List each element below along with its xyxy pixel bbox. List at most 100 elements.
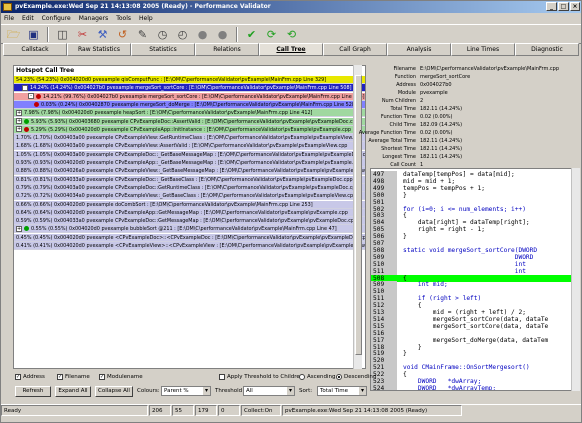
refresh-button[interactable]: Refresh: [15, 386, 51, 397]
tree-row[interactable]: 0.45% (0.45%) 0x004020d0 pvexample <CPvE…: [14, 233, 365, 242]
address-checkbox[interactable]: ✓ Address: [15, 373, 45, 381]
scissors-icon[interactable]: ✂: [74, 26, 91, 43]
tree-row[interactable]: 0.03% (0.24%) 0x00402870 pvexample merge…: [14, 100, 365, 109]
detail-value: 182.09 (14.24%): [420, 122, 463, 128]
tab-line-times[interactable]: Line Times: [451, 43, 515, 56]
threshold-select[interactable]: All: [243, 386, 295, 396]
descending-label: Descending: [344, 374, 377, 380]
expand-toggle-icon[interactable]: +: [16, 126, 22, 133]
sort-select[interactable]: Total Time: [317, 386, 367, 396]
collapse-all-button[interactable]: Collapse All: [95, 386, 133, 397]
tree-row[interactable]: +0.55% (0.55%) 0x004020d0 pvexample bubb…: [14, 225, 365, 234]
descending-radio[interactable]: Descending: [336, 373, 376, 381]
menu-tools[interactable]: Tools: [115, 14, 132, 23]
disk-icon[interactable]: ◫: [54, 26, 71, 43]
tab-call-tree[interactable]: Call Tree: [259, 43, 323, 56]
tree-row[interactable]: +5.93% (5.93%) 0x00403680 pvexample CPvE…: [14, 117, 365, 126]
detail-row: Average Total Time 182.11 (14.24%): [368, 137, 578, 145]
tree-row[interactable]: 54.23% (54.23%) 0x004020d0 pvexample qis…: [14, 76, 365, 84]
close-button[interactable]: ×: [570, 2, 580, 11]
tab-analysis[interactable]: Analysis: [387, 43, 451, 56]
detail-value: 182.11 (14.24%): [420, 138, 463, 144]
radio-descending[interactable]: [336, 373, 342, 380]
menu-managers[interactable]: Managers: [78, 14, 109, 23]
radio-ascending[interactable]: [299, 373, 305, 380]
minimize-button[interactable]: _: [546, 2, 557, 11]
tree-row[interactable]: +7.98% (7.98%) 0x004020d0 pvexample heap…: [14, 109, 365, 118]
timer-icon[interactable]: ◷: [154, 26, 171, 43]
apply-threshold-checkbox[interactable]: Apply Threshold to Children: [219, 373, 303, 381]
source-code-view[interactable]: 497 dataTemp[tempPos] = data[mid]; 498 mid …: [370, 168, 580, 391]
tree-row[interactable]: -14.24% (14.24%) 0x004027b0 pvexample me…: [14, 84, 365, 93]
reload-icon[interactable]: ⟲: [283, 26, 300, 43]
expand-toggle-icon[interactable]: +: [16, 118, 22, 124]
folder-open-icon[interactable]: 🗁: [5, 26, 22, 43]
modulename-checkbox[interactable]: ✓ Modulename: [99, 373, 143, 381]
detail-value: 2: [420, 98, 424, 104]
colours-label: Colours:: [137, 388, 160, 394]
tree-row[interactable]: 1.68% (1.68%) 0x00403a00 pvexample CPvEx…: [14, 142, 365, 151]
app-icon: [3, 3, 12, 11]
detail-value: 182.11 (14.24%): [420, 106, 463, 112]
sort-label: Sort:: [299, 388, 313, 394]
pen-icon[interactable]: ✎: [134, 26, 151, 43]
tree-row[interactable]: 0.64% (0.64%) 0x004020d0 pvexample CPvEx…: [14, 208, 365, 217]
menu-configure[interactable]: Configure: [41, 14, 72, 23]
tab-statistics[interactable]: Statistics: [131, 43, 195, 56]
checkbox-modulename[interactable]: ✓: [99, 373, 105, 380]
tool-icon[interactable]: ⚒: [94, 26, 111, 43]
menu-help[interactable]: Help: [138, 14, 154, 23]
line-number: 524: [371, 384, 397, 390]
tree-row-text: 0.79% (0.79%) 0x00403a00 pvexample CPvEx…: [16, 184, 359, 191]
expand-toggle-icon[interactable]: -: [28, 93, 34, 100]
code-scrollbar[interactable]: [571, 168, 580, 391]
checkbox-address[interactable]: ✓: [15, 373, 21, 380]
status-collect: Collect:On: [241, 405, 281, 416]
tab-callstack[interactable]: Callstack: [3, 43, 67, 56]
tree-row-text: 0.59% (0.59%) 0x004033a0 pvexample CPvEx…: [16, 218, 358, 225]
expand-toggle-icon[interactable]: +: [16, 109, 22, 116]
ascending-radio[interactable]: Ascending: [299, 373, 336, 381]
checkbox-apply-threshold[interactable]: [219, 373, 225, 380]
tree-scrollbar[interactable]: [353, 65, 362, 369]
tree-row[interactable]: 0.41% (0.41%) 0x004020d0 pvexample <CPvE…: [14, 242, 365, 250]
tree-row[interactable]: 0.88% (0.88%) 0x004026a0 pvexample CPvEx…: [14, 167, 365, 176]
tree-row[interactable]: 0.72% (0.72%) 0x004034a0 pvexample CPvEx…: [14, 192, 365, 201]
title-bar[interactable]: pvExample.exe:Wed Sep 21 14:13:08 2005 (…: [1, 1, 581, 13]
detail-label: Function Time: [380, 114, 416, 120]
status-session: pvExample.exe:Wed Sep 21 14:13:08 2005 (…: [282, 405, 462, 416]
tree-row[interactable]: 0.59% (0.59%) 0x004033a0 pvexample CPvEx…: [14, 217, 365, 226]
tab-call-graph[interactable]: Call Graph: [323, 43, 387, 56]
checkbox-filename[interactable]: ✓: [57, 373, 63, 380]
tab-relations[interactable]: Relations: [195, 43, 259, 56]
expand-toggle-icon[interactable]: +: [16, 225, 22, 232]
check-icon[interactable]: ✔: [243, 26, 260, 43]
stop-icon[interactable]: ●: [194, 26, 211, 43]
colours-select[interactable]: Parent %: [161, 386, 211, 396]
maximize-button[interactable]: □: [558, 2, 569, 11]
tree-row[interactable]: +5.29% (5.29%) 0x004020d0 pvexample CPvE…: [14, 125, 365, 134]
save-icon[interactable]: ▣: [25, 26, 42, 43]
ball-icon[interactable]: ●: [214, 26, 231, 43]
tree-row-text: 0.93% (0.93%) 0x004020d0 pvexample CPvEx…: [16, 160, 363, 166]
curve-icon[interactable]: ↺: [114, 26, 131, 43]
tree-row[interactable]: 0.79% (0.79%) 0x00403a00 pvexample CPvEx…: [14, 183, 365, 192]
menu-edit[interactable]: Edit: [21, 14, 35, 23]
tree-row[interactable]: - 14.21% (99.76%) 0x004027b0 pvexample me…: [14, 92, 365, 101]
menu-file[interactable]: File: [3, 14, 15, 23]
tab-diagnostic[interactable]: Diagnostic: [515, 43, 579, 56]
filename-checkbox[interactable]: ✓ Filename: [57, 373, 90, 381]
tree-row[interactable]: 0.81% (0.81%) 0x004033a0 pvexample CPvEx…: [14, 175, 365, 184]
expand-all-button[interactable]: Expand All: [55, 386, 91, 397]
tree-row[interactable]: 0.66% (0.66%) 0x004020d0 pvexample doCom…: [14, 200, 365, 209]
detail-label: Shortest Time: [381, 146, 416, 152]
tree-row[interactable]: 1.05% (1.05%) 0x00403a00 pvexample CPvEx…: [14, 150, 365, 159]
refresh-icon[interactable]: ⟳: [263, 26, 280, 43]
expand-toggle-icon[interactable]: -: [22, 84, 28, 91]
tree-row[interactable]: 1.70% (1.70%) 0x00403a00 pvexample CPvEx…: [14, 134, 365, 143]
detail-label: Address: [396, 82, 416, 88]
clock-icon[interactable]: ◴: [174, 26, 191, 43]
tree-row[interactable]: 0.93% (0.93%) 0x004020d0 pvexample CPvEx…: [14, 159, 365, 167]
tab-raw-statistics[interactable]: Raw Statistics: [67, 43, 131, 56]
scroll-thumb[interactable]: [355, 75, 362, 355]
